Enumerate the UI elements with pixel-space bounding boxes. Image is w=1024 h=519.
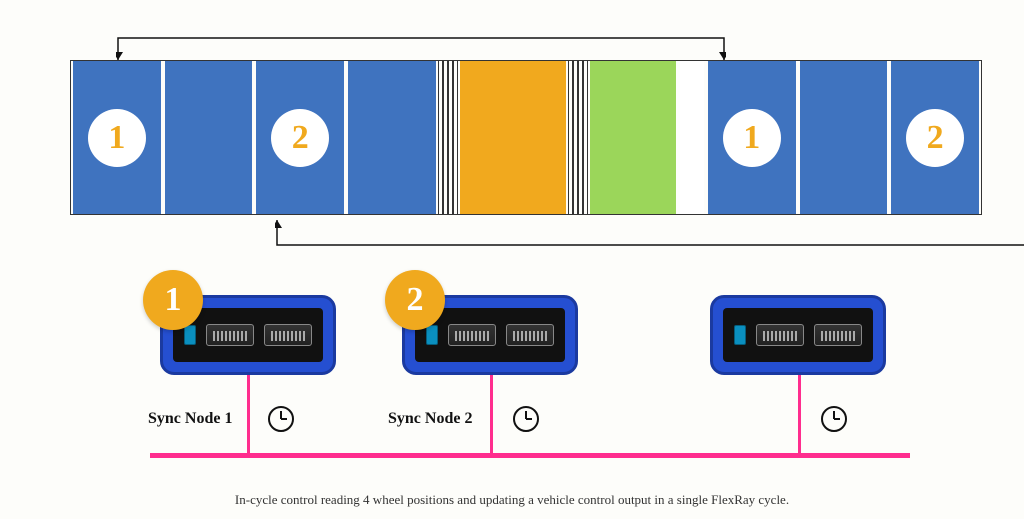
bus-stub-3 xyxy=(798,375,801,455)
slot-badge-1b: 1 xyxy=(723,109,781,167)
dsub-port-icon xyxy=(756,324,804,346)
cycle1-slot-empty-a xyxy=(163,61,255,214)
arrow-cycle-node2 xyxy=(275,220,1024,255)
flexray-cycle-timeline: 1 2 1 2 xyxy=(70,60,982,215)
cycle1-slot1: 1 xyxy=(71,61,163,214)
cycle2-slot-empty xyxy=(798,61,890,214)
device-badge-2: 2 xyxy=(385,270,445,330)
sync-node-2-label: Sync Node 2 xyxy=(388,410,472,428)
dsub-port-icon xyxy=(506,324,554,346)
arrow-cycle-node1 xyxy=(116,30,726,60)
dsub-port-icon xyxy=(264,324,312,346)
device-3 xyxy=(710,295,886,375)
slot-badge-2b: 2 xyxy=(906,109,964,167)
device-row: 1 2 Sync Node 1 Sync Node 2 xyxy=(150,295,910,435)
clock-icon xyxy=(267,405,295,433)
dsub-port-icon xyxy=(448,324,496,346)
figure-caption: In-cycle control reading 4 wheel positio… xyxy=(0,492,1024,508)
clock-icon xyxy=(820,405,848,433)
usb-port-icon xyxy=(426,325,438,345)
device-badge-1: 1 xyxy=(143,270,203,330)
device-3-faceplate xyxy=(723,308,873,362)
cycle2-slot1: 1 xyxy=(706,61,798,214)
device-1: 1 xyxy=(160,295,336,375)
clock-icon xyxy=(512,405,540,433)
dsub-port-icon xyxy=(814,324,862,346)
device-2: 2 xyxy=(402,295,578,375)
slot-badge-1: 1 xyxy=(88,109,146,167)
dynamic-slot xyxy=(458,61,568,214)
bus-stub-1 xyxy=(247,375,250,455)
minislot-group-b xyxy=(568,61,588,214)
network-idle-time xyxy=(678,61,706,214)
dsub-port-icon xyxy=(206,324,254,346)
minislot-group-a xyxy=(438,61,458,214)
usb-port-icon xyxy=(734,325,746,345)
symbol-window xyxy=(588,61,678,214)
cycle1-slot2: 2 xyxy=(254,61,346,214)
slot-badge-2: 2 xyxy=(271,109,329,167)
sync-node-1-label: Sync Node 1 xyxy=(148,410,232,428)
bus-stub-2 xyxy=(490,375,493,455)
flexray-bus-line xyxy=(150,453,910,458)
usb-port-icon xyxy=(184,325,196,345)
cycle2-slot2: 2 xyxy=(889,61,981,214)
cycle1-slot-empty-b xyxy=(346,61,438,214)
